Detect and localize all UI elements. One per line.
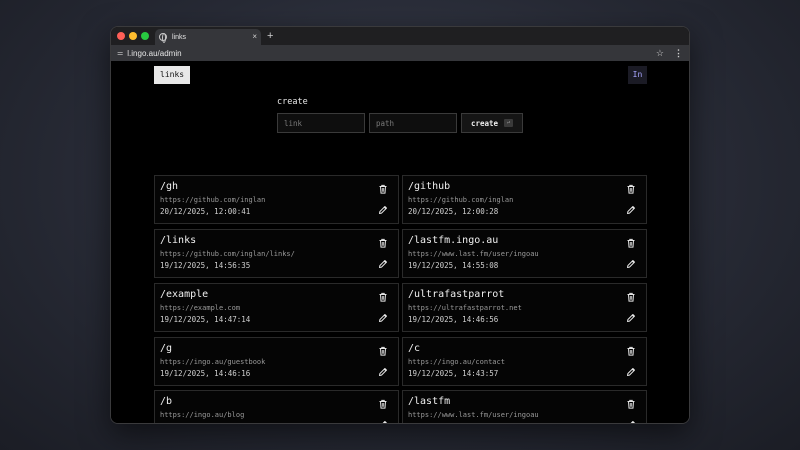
link-path[interactable]: /b <box>160 396 172 407</box>
link-card: /github https://github.com/inglan 20/12/… <box>402 175 647 224</box>
link-url[interactable]: https://github.com/inglan/links/ <box>160 250 295 258</box>
link-input[interactable] <box>277 113 365 133</box>
maximize-window-button[interactable] <box>141 32 149 40</box>
trash-icon[interactable] <box>378 399 388 409</box>
link-path[interactable]: /lastfm.ingo.au <box>408 235 498 246</box>
pencil-icon[interactable] <box>626 313 636 323</box>
tab-close-icon[interactable]: × <box>252 33 257 41</box>
create-button-label: create <box>470 118 499 128</box>
link-path[interactable]: /ultrafastparrot <box>408 289 504 300</box>
browser-menu-icon[interactable]: ⋮ <box>674 48 683 59</box>
link-date: 19/12/2025, 14:33:32 <box>408 422 498 423</box>
link-url[interactable]: https://www.last.fm/user/ingoau <box>408 411 539 419</box>
minimize-window-button[interactable] <box>129 32 137 40</box>
link-date: 19/12/2025, 14:43:57 <box>408 369 499 378</box>
pencil-icon[interactable] <box>378 367 388 377</box>
link-path[interactable]: /links <box>160 235 196 246</box>
trash-icon[interactable] <box>626 346 636 356</box>
link-path[interactable]: /g <box>160 343 172 354</box>
pencil-icon[interactable] <box>626 205 636 215</box>
link-card: /c https://ingo.au/contact 19/12/2025, 1… <box>402 337 647 386</box>
link-card: /ultrafastparrot https://ultrafastparrot… <box>402 283 647 332</box>
avatar[interactable]: In <box>628 66 647 84</box>
pencil-icon[interactable] <box>626 259 636 269</box>
trash-icon[interactable] <box>626 184 636 194</box>
link-url[interactable]: https://github.com/inglan <box>408 196 513 204</box>
tab-links[interactable]: links × <box>155 29 261 45</box>
path-input[interactable] <box>369 113 457 133</box>
pencil-icon[interactable] <box>378 313 388 323</box>
page-content: links In create create ⏎ /gh https://git… <box>111 61 689 423</box>
pencil-icon[interactable] <box>378 205 388 215</box>
link-card: /gh https://github.com/inglan 20/12/2025… <box>154 175 399 224</box>
link-card: /example https://example.com 19/12/2025,… <box>154 283 399 332</box>
tab-bar: links × + <box>111 27 689 45</box>
browser-window: links × + ⚌ l.ingo.au/admin ☆ ⋮ links In… <box>110 26 690 424</box>
link-date: 19/12/2025, 14:56:35 <box>160 261 251 270</box>
link-url[interactable]: https://example.com <box>160 304 240 312</box>
trash-icon[interactable] <box>626 292 636 302</box>
link-url[interactable]: https://github.com/inglan <box>160 196 265 204</box>
pencil-icon[interactable] <box>626 367 636 377</box>
trash-icon[interactable] <box>378 238 388 248</box>
link-date: 19/12/2025, 14:46:56 <box>408 315 499 324</box>
pencil-icon[interactable] <box>378 259 388 269</box>
link-path[interactable]: /gh <box>160 181 178 192</box>
link-date: 19/12/2025, 14:46:16 <box>160 369 251 378</box>
tab-title: links <box>172 33 187 41</box>
bookmark-star-icon[interactable]: ☆ <box>656 48 664 59</box>
link-path[interactable]: /github <box>408 181 450 192</box>
trash-icon[interactable] <box>378 184 388 194</box>
link-card: /lastfm.ingo.au https://www.last.fm/user… <box>402 229 647 278</box>
link-date: 19/12/2025, 14:55:08 <box>408 261 499 270</box>
close-window-button[interactable] <box>117 32 125 40</box>
link-card: /g https://ingo.au/guestbook 19/12/2025,… <box>154 337 399 386</box>
trash-icon[interactable] <box>626 399 636 409</box>
create-heading: create <box>277 97 308 107</box>
link-date: 20/12/2025, 12:00:28 <box>408 207 499 216</box>
link-url[interactable]: https://www.last.fm/user/ingoau <box>408 250 539 258</box>
new-tab-button[interactable]: + <box>267 29 273 43</box>
link-date: 20/12/2025, 12:00:41 <box>160 207 251 216</box>
pencil-icon[interactable] <box>626 420 636 423</box>
trash-icon[interactable] <box>378 292 388 302</box>
link-date: 19/12/2025, 14:47:14 <box>160 315 251 324</box>
link-path[interactable]: /example <box>160 289 208 300</box>
link-url[interactable]: https://ingo.au/guestbook <box>160 358 265 366</box>
create-button[interactable]: create ⏎ <box>461 113 523 133</box>
link-card: /b https://ingo.au/blog 19/12/2025, 14:4… <box>154 390 399 423</box>
link-date: 19/12/2025, 14:43:43 <box>160 422 250 423</box>
link-card: /links https://github.com/inglan/links/ … <box>154 229 399 278</box>
trash-icon[interactable] <box>626 238 636 248</box>
home-links-button[interactable]: links <box>154 66 191 84</box>
pencil-icon[interactable] <box>378 420 388 423</box>
address-bar: ⚌ l.ingo.au/admin ☆ ⋮ <box>111 45 689 61</box>
link-url[interactable]: https://ingo.au/contact <box>408 358 505 366</box>
link-url[interactable]: https://ingo.au/blog <box>160 411 244 419</box>
trash-icon[interactable] <box>378 346 388 356</box>
url-field[interactable]: l.ingo.au/admin <box>127 49 656 58</box>
link-url[interactable]: https://ultrafastparrot.net <box>408 304 522 312</box>
globe-icon <box>159 33 167 43</box>
enter-key-icon: ⏎ <box>504 119 514 127</box>
link-path[interactable]: /lastfm <box>408 396 450 407</box>
site-settings-icon[interactable]: ⚌ <box>117 49 123 57</box>
link-path[interactable]: /c <box>408 343 420 354</box>
link-card: /lastfm https://www.last.fm/user/ingoau … <box>402 390 647 423</box>
